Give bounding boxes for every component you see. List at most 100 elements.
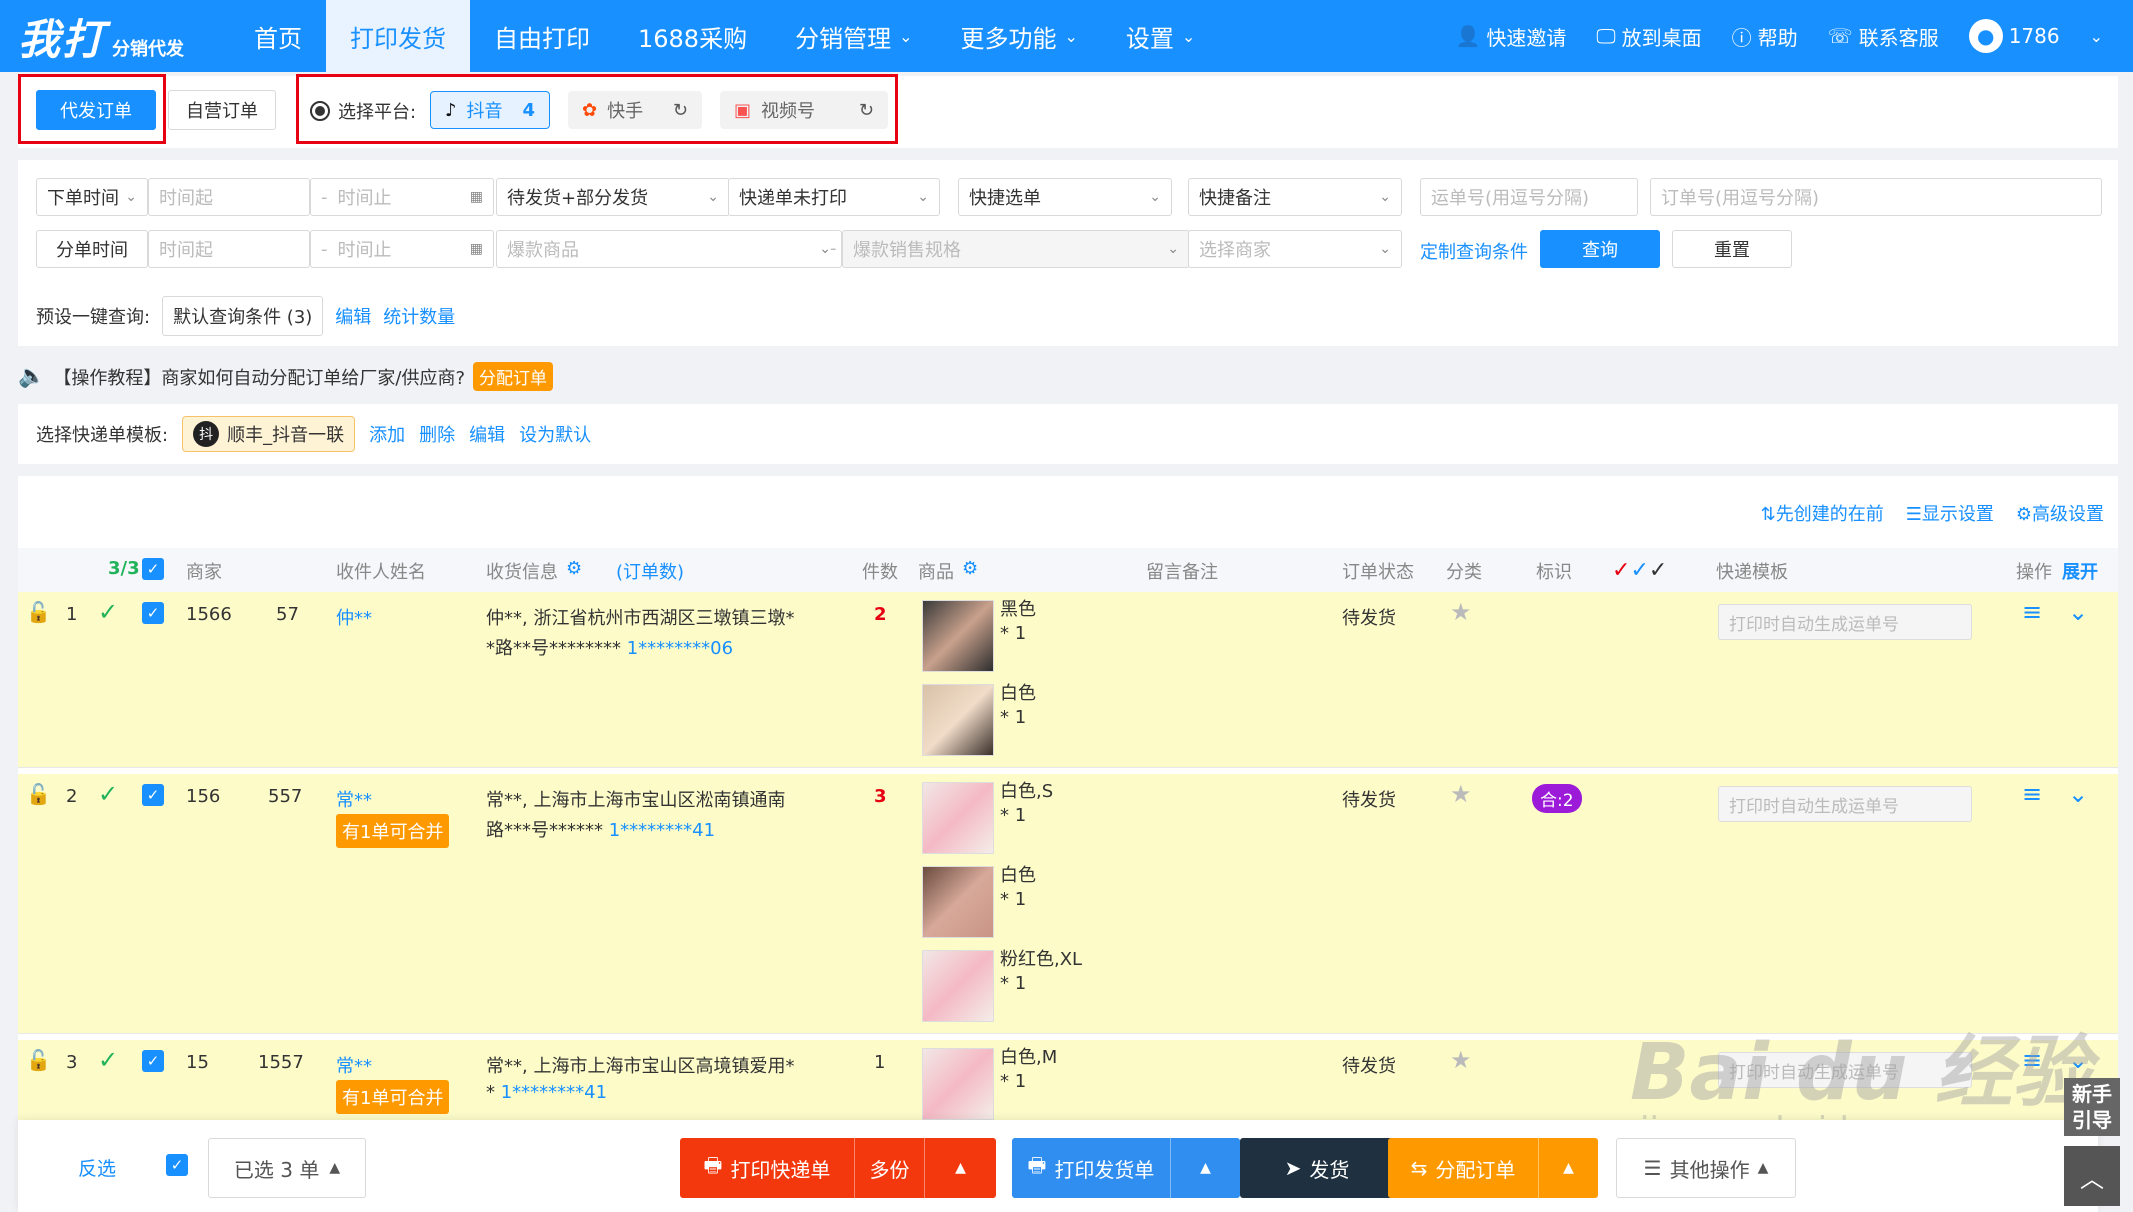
split-time-start[interactable]: 时间起	[148, 230, 310, 268]
help-link[interactable]: ⓘ 帮助	[1732, 22, 1798, 51]
table-row[interactable]: 🔓 1 ✓ ✓ 1566 57 仲** 仲**, 浙江省杭州市西湖区三墩镇三墩*…	[18, 592, 2118, 768]
template-default-link[interactable]: 设为默认	[519, 421, 591, 447]
multi-copy-button[interactable]: 多份	[854, 1138, 924, 1198]
star-icon[interactable]: ★	[1450, 598, 1472, 626]
expand-link[interactable]: 展开	[2062, 558, 2098, 584]
nav-more[interactable]: 更多功能 ⌄	[936, 0, 1101, 72]
quick-note-select[interactable]: 快捷备注 ⌄	[1188, 178, 1402, 216]
invite-link[interactable]: 👤 快速邀请	[1455, 22, 1566, 51]
support-link[interactable]: ☏ 联系客服	[1828, 22, 1939, 51]
waybill-field[interactable]: 打印时自动生成运单号	[1718, 786, 1972, 822]
bottom-select-checkbox[interactable]: ✓	[166, 1154, 188, 1176]
template-add-link[interactable]: 添加	[369, 421, 405, 447]
merge-badge[interactable]: 有1单可合并	[336, 814, 450, 848]
preset-edit-link[interactable]: 编辑	[335, 303, 371, 329]
split-time-select[interactable]: 分单时间	[36, 230, 148, 268]
lock-icon[interactable]: 🔓	[26, 1048, 51, 1072]
nav-home[interactable]: 首页	[230, 0, 326, 72]
receiver-name[interactable]: 仲**	[336, 604, 372, 630]
menu-icon[interactable]: ≡	[2022, 598, 2042, 626]
template-delete-link[interactable]: 删除	[419, 421, 455, 447]
print-ship-caret[interactable]: ▲	[1170, 1138, 1240, 1198]
receiver-name[interactable]: 常**	[336, 786, 372, 812]
print-waybill-caret[interactable]: ▲	[924, 1138, 996, 1198]
user-menu[interactable]: ● 1786	[1968, 19, 2060, 53]
notice-tag[interactable]: 分配订单	[473, 362, 554, 391]
gear-icon[interactable]: ⚙	[962, 558, 978, 579]
product-thumbnail[interactable]	[922, 684, 994, 756]
phone[interactable]: 1********06	[627, 638, 733, 659]
nav-1688[interactable]: 1688采购	[614, 0, 771, 72]
template-chip-label: 顺丰_抖音一联	[227, 425, 345, 446]
hot-goods-select[interactable]: 爆款商品 ⌄	[496, 230, 842, 268]
back-to-top-button[interactable]: ︿	[2064, 1146, 2120, 1206]
check-filter-icons[interactable]: ✓✓✓	[1612, 558, 1667, 583]
merge-count-tag[interactable]: 合:2	[1532, 784, 1582, 813]
print-waybill-button[interactable]: 🖶 打印快递单	[680, 1151, 854, 1185]
template-chip[interactable]: 抖 顺丰_抖音一联	[182, 416, 356, 452]
query-button[interactable]: 查询	[1540, 230, 1660, 268]
row-checkbox[interactable]: ✓	[142, 784, 164, 806]
selected-count-dropdown[interactable]: 已选 3 单 ▲	[208, 1138, 366, 1198]
preset-default-button[interactable]: 默认查询条件 (3)	[162, 296, 324, 336]
custom-query-link[interactable]: 定制查询条件	[1420, 238, 1528, 264]
status-select[interactable]: 待发货+部分发货 ⌄	[496, 178, 730, 216]
sort-link[interactable]: ⇅先创建的在前	[1761, 500, 1884, 526]
header-order-count[interactable]: (订单数)	[616, 558, 684, 584]
star-icon[interactable]: ★	[1450, 780, 1472, 808]
gear-icon[interactable]: ⚙	[566, 558, 582, 579]
help-icon: ⓘ	[1731, 25, 1752, 50]
product-thumbnail[interactable]	[922, 782, 994, 854]
template-edit-link[interactable]: 编辑	[469, 421, 505, 447]
order-time-select[interactable]: 下单时间 ⌄	[36, 178, 148, 216]
product-thumbnail[interactable]	[922, 950, 994, 1022]
chevron-down-icon[interactable]: ⌄	[2090, 27, 2103, 46]
assign-caret[interactable]: ▲	[1538, 1138, 1598, 1198]
phone[interactable]: 1********41	[501, 1082, 607, 1103]
star-icon[interactable]: ★	[1450, 1046, 1472, 1074]
waybill-field[interactable]: 打印时自动生成运单号	[1718, 604, 1972, 640]
menu-icon[interactable]: ≡	[2022, 780, 2042, 808]
table-row[interactable]: 🔓 2 ✓ ✓ 156 557 常** 有1单可合并 常**, 上海市上海市宝山…	[18, 774, 2118, 1034]
waybill-input[interactable]: 运单号(用逗号分隔)	[1420, 178, 1638, 216]
lock-icon[interactable]: 🔓	[26, 782, 51, 806]
split-time-end[interactable]: - 时间止 ▦	[310, 230, 494, 268]
quick-select[interactable]: 快捷选单 ⌄	[958, 178, 1172, 216]
order-time-end[interactable]: - 时间止 ▦	[310, 178, 494, 216]
order-no-input[interactable]: 订单号(用逗号分隔)	[1650, 178, 2102, 216]
preset-count-link[interactable]: 统计数量	[383, 303, 455, 329]
phone[interactable]: 1********41	[609, 820, 715, 841]
nav-free-print[interactable]: 自由打印	[470, 0, 614, 72]
assign-order-button[interactable]: ⇆ 分配订单	[1388, 1154, 1538, 1183]
ship-button[interactable]: ➤ 发货	[1240, 1138, 1394, 1198]
display-settings-link[interactable]: ☰显示设置	[1906, 500, 1994, 526]
chevron-down-icon[interactable]: ⌄	[2068, 780, 2088, 808]
merge-badge[interactable]: 有1单可合并	[336, 1080, 450, 1114]
reset-button[interactable]: 重置	[1672, 230, 1792, 268]
row-checkbox[interactable]: ✓	[142, 1050, 164, 1072]
nav-print-ship[interactable]: 打印发货	[326, 0, 470, 72]
receiver-name[interactable]: 常**	[336, 1052, 372, 1078]
chevron-down-icon[interactable]: ⌄	[2068, 598, 2088, 626]
merchant-select[interactable]: 选择商家 ⌄	[1188, 230, 1402, 268]
lock-icon[interactable]: 🔓	[26, 600, 51, 624]
tab-self-orders[interactable]: 自营订单	[168, 90, 276, 130]
logo[interactable]: 我打 分销代发	[0, 6, 230, 67]
other-ops-dropdown[interactable]: ☰ 其他操作 ▲	[1616, 1138, 1796, 1198]
nav-distribution[interactable]: 分销管理 ⌄	[771, 0, 936, 72]
desktop-link[interactable]: 🖵 放到桌面	[1596, 22, 1701, 51]
nav-settings[interactable]: 设置 ⌄	[1102, 0, 1219, 72]
product-thumbnail[interactable]	[922, 600, 994, 672]
print-status-select[interactable]: 快递单未打印 ⌄	[728, 178, 940, 216]
select-all-checkbox[interactable]: ✓	[142, 558, 164, 580]
invert-selection-link[interactable]: 反选	[78, 1154, 116, 1181]
print-ship-button[interactable]: 🖶 打印发货单	[1012, 1151, 1170, 1185]
goods-attr: 黑色 * 1	[1000, 598, 1036, 646]
newbie-guide-button[interactable]: 新手引导	[2064, 1078, 2120, 1136]
notice-text[interactable]: 【操作教程】商家如何自动分配订单给厂家/供应商?	[53, 364, 465, 390]
advanced-settings-link[interactable]: ⚙高级设置	[2016, 500, 2104, 526]
row-checkbox[interactable]: ✓	[142, 602, 164, 624]
product-thumbnail[interactable]	[922, 866, 994, 938]
order-time-start[interactable]: 时间起	[148, 178, 310, 216]
product-thumbnail[interactable]	[922, 1048, 994, 1120]
